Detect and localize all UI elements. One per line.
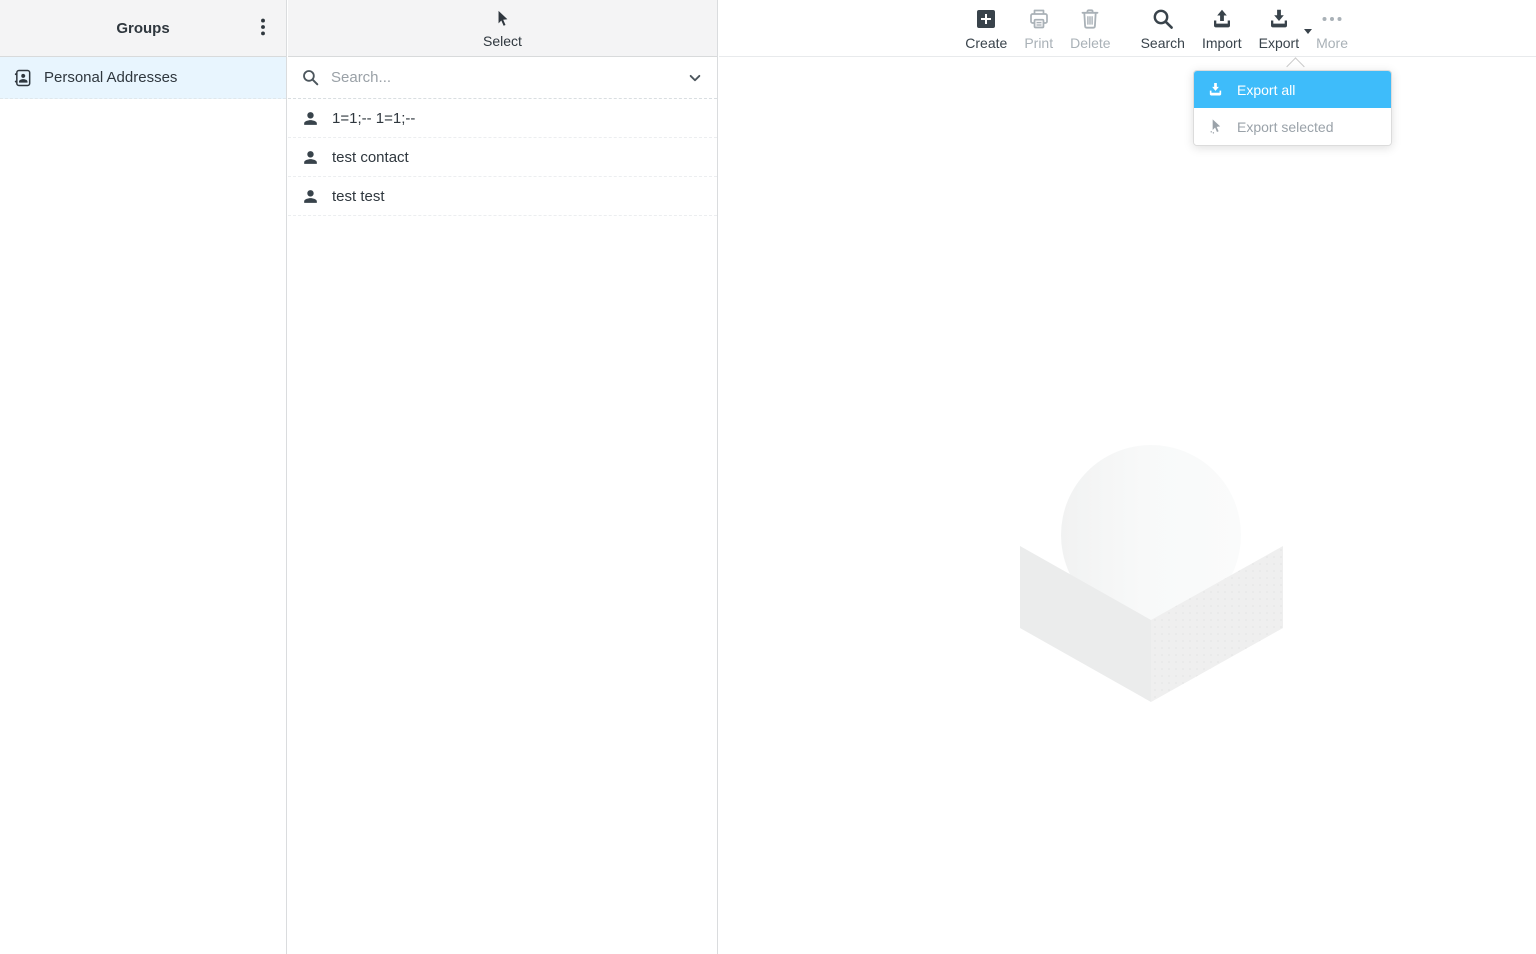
import-button-label: Import	[1202, 35, 1242, 51]
search-options-toggle[interactable]	[686, 69, 704, 87]
create-button-label: Create	[965, 35, 1007, 51]
export-dropdown-caret-icon[interactable]	[1304, 29, 1312, 34]
groups-options-button[interactable]	[248, 11, 278, 45]
more-button[interactable]: More	[1316, 7, 1348, 51]
chevron-down-icon	[686, 69, 704, 87]
menu-item-label: Export all	[1237, 82, 1295, 98]
groups-title: Groups	[116, 20, 169, 37]
search-icon	[301, 68, 320, 87]
add-box-icon	[974, 7, 998, 34]
cursor-select-icon	[493, 8, 512, 33]
more-button-label: More	[1316, 35, 1348, 51]
list-header: Select	[288, 0, 717, 57]
groups-sidebar: Groups Personal Addresses	[0, 0, 287, 954]
sidebar-item-label: Personal Addresses	[44, 69, 177, 86]
import-button[interactable]: Import	[1202, 7, 1242, 51]
contact-name: test test	[332, 188, 385, 205]
search-input[interactable]	[331, 69, 675, 86]
export-button[interactable]: Export	[1259, 7, 1299, 51]
contact-name: 1=1;-- 1=1;--	[332, 110, 415, 127]
menu-item-export-all[interactable]: Export all	[1194, 71, 1391, 108]
delete-button[interactable]: Delete	[1070, 7, 1110, 51]
upload-icon	[1210, 7, 1234, 34]
contact-list-pane: Select	[288, 0, 718, 954]
cursor-select-icon	[1207, 117, 1224, 136]
print-button[interactable]: Print	[1024, 7, 1053, 51]
contact-list-item[interactable]: test contact	[288, 138, 717, 177]
address-book-icon	[13, 68, 33, 88]
groups-header: Groups	[0, 0, 286, 57]
select-button[interactable]: Select	[483, 8, 522, 49]
printer-icon	[1027, 7, 1051, 34]
person-icon	[301, 109, 320, 128]
menu-item-label: Export selected	[1237, 119, 1334, 135]
contact-list-item[interactable]: 1=1;-- 1=1;--	[288, 99, 717, 138]
kebab-menu-icon	[252, 16, 274, 41]
trash-icon	[1078, 7, 1102, 34]
content-pane: Create Print	[719, 0, 1536, 954]
export-button-label: Export	[1259, 35, 1299, 51]
create-button[interactable]: Create	[965, 7, 1007, 51]
download-icon	[1207, 81, 1224, 98]
select-button-label: Select	[483, 33, 522, 49]
download-icon	[1267, 7, 1291, 34]
ellipsis-icon	[1320, 7, 1344, 34]
person-icon	[301, 148, 320, 167]
export-dropdown-menu: Export all Export selected	[1193, 70, 1392, 146]
menu-item-export-selected[interactable]: Export selected	[1194, 108, 1391, 145]
search-icon	[1151, 7, 1175, 34]
search-button-label: Search	[1141, 35, 1185, 51]
logo-watermark	[1020, 443, 1283, 703]
delete-button-label: Delete	[1070, 35, 1110, 51]
toolbar: Create Print	[965, 0, 1348, 56]
sidebar-item-personal-addresses[interactable]: Personal Addresses	[0, 57, 286, 99]
contact-name: test contact	[332, 149, 409, 166]
contact-search-bar	[288, 57, 717, 99]
search-button[interactable]: Search	[1141, 7, 1185, 51]
person-icon	[301, 187, 320, 206]
addressbook-app: Groups Personal Addresses	[0, 0, 1536, 954]
print-button-label: Print	[1024, 35, 1053, 51]
contact-list-item[interactable]: test test	[288, 177, 717, 216]
content-header: Create Print	[719, 0, 1536, 57]
